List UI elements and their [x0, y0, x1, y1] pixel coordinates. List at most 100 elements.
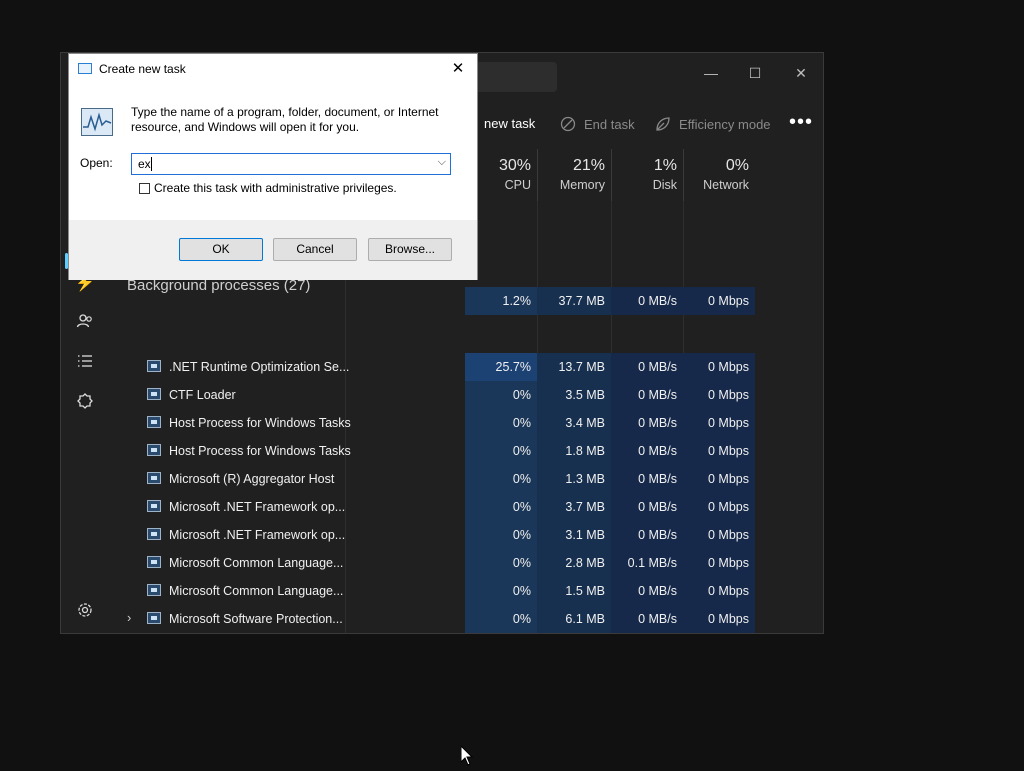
end-task-button[interactable]: End task [560, 116, 635, 132]
column-network[interactable]: 0% Network [683, 149, 755, 201]
run-new-task-button[interactable]: new task [484, 116, 535, 131]
disk-cell: 0 MB/s [611, 493, 683, 521]
details-icon[interactable] [75, 352, 95, 372]
cpu-cell: 0% [465, 465, 537, 493]
disk-cell: 0 MB/s [611, 577, 683, 605]
chevron-down-icon[interactable]: ⌵ [438, 156, 446, 169]
minimize-button[interactable]: — [691, 59, 731, 87]
efficiency-mode-label: Efficiency mode [679, 116, 771, 132]
end-task-icon [560, 116, 576, 132]
memory-cell: 3.5 MB [537, 381, 611, 409]
memory-cell: 6.1 MB [537, 605, 611, 633]
browse-button[interactable]: Browse... [368, 238, 452, 261]
process-icon [147, 500, 161, 512]
admin-privileges-checkbox[interactable]: Create this task with administrative pri… [139, 181, 397, 195]
network-cell: 0 Mbps [683, 549, 755, 577]
table-row[interactable]: Microsoft .NET Framework op... 0% 3.7 MB 0 … [109, 493, 755, 521]
disk-total: 1% [653, 157, 677, 174]
end-task-label: End task [584, 116, 635, 132]
disk-cell: 0 MB/s [611, 521, 683, 549]
process-name: CTF Loader [169, 388, 236, 402]
network-cell: 0 Mbps [683, 521, 755, 549]
process-name: Microsoft Common Language... [169, 556, 344, 570]
network-total: 0% [725, 157, 749, 174]
cpu-cell: 0% [465, 605, 537, 633]
process-icon [147, 584, 161, 596]
settings-icon[interactable] [75, 601, 95, 621]
network-cell: 0 Mbps [683, 287, 755, 315]
process-icon [147, 528, 161, 540]
table-row[interactable]: Microsoft .NET Framework op... 0% 3.1 MB 0 … [109, 521, 755, 549]
network-cell: 0 Mbps [683, 437, 755, 465]
process-icon [147, 388, 161, 400]
column-memory[interactable]: 21% Memory [537, 149, 611, 201]
network-cell: 0 Mbps [683, 409, 755, 437]
ok-button[interactable]: OK [179, 238, 263, 261]
memory-cell: 3.4 MB [537, 409, 611, 437]
admin-checkbox-label[interactable]: Create this task with administrative pri… [154, 181, 397, 195]
process-icon [147, 416, 161, 428]
network-header-label: Network [703, 178, 749, 192]
memory-cell: 13.7 MB [537, 353, 611, 381]
services-icon[interactable] [75, 392, 95, 412]
disk-cell: 0 MB/s [611, 465, 683, 493]
maximize-button[interactable]: ☐ [735, 59, 775, 87]
leaf-icon [656, 117, 670, 131]
memory-cell: 3.1 MB [537, 521, 611, 549]
column-disk[interactable]: 1% Disk [611, 149, 683, 201]
open-label: Open: [80, 156, 113, 170]
cancel-button[interactable]: Cancel [273, 238, 357, 261]
process-name: .NET Runtime Optimization Se... [169, 360, 350, 374]
table-row[interactable]: Host Process for Windows Tasks 0% 1.8 MB 0 … [109, 437, 755, 465]
disk-cell: 0 MB/s [611, 381, 683, 409]
dialog-close-button[interactable]: ✕ [447, 58, 469, 80]
process-name: Microsoft .NET Framework op... [169, 528, 346, 542]
run-new-task-label: new task [484, 116, 536, 131]
process-icon [147, 360, 161, 372]
process-icon [147, 556, 161, 568]
table-row[interactable]: CTF Loader 0% 3.5 MB 0 MB/s 0 Mbps [109, 381, 755, 409]
cpu-cell: 0% [465, 577, 537, 605]
table-row[interactable]: › Microsoft Software Protection... 0% 6.1 M… [109, 605, 755, 633]
disk-cell: 0 MB/s [611, 605, 683, 633]
open-combobox[interactable]: ex ⌵ [131, 153, 451, 175]
cpu-cell: 0% [465, 409, 537, 437]
process-name: Microsoft Common Language... [169, 584, 344, 598]
network-cell: 0 Mbps [683, 353, 755, 381]
table-row[interactable]: ›Microsoft Windows Search In...0%3.9 MB0… [109, 633, 755, 634]
table-row[interactable]: Microsoft (R) Aggregator Host 0% 1.3 MB 0 M… [109, 465, 755, 493]
memory-cell: 37.7 MB [537, 287, 611, 315]
cpu-cell: 0% [465, 521, 537, 549]
create-new-task-dialog: Create new task ✕ Type the name of a pro… [68, 53, 478, 280]
dialog-footer: OK Cancel Browse... [69, 220, 477, 280]
dialog-body: Type the name of a program, folder, docu… [69, 84, 477, 220]
disk-cell: 0.1 MB/s [611, 633, 683, 634]
disk-cell: 0.1 MB/s [611, 549, 683, 577]
open-input-value[interactable]: ex [138, 157, 151, 171]
network-cell: 0 Mbps [683, 605, 755, 633]
more-options-button[interactable]: ••• [789, 111, 813, 134]
table-row[interactable]: Host Process for Windows Tasks 0% 3.4 MB 0 … [109, 409, 755, 437]
process-name: Microsoft .NET Framework op... [169, 500, 346, 514]
memory-header-label: Memory [559, 178, 605, 192]
disk-cell: 0 MB/s [611, 287, 683, 315]
table-row[interactable]: Microsoft Common Language... 0% 2.8 MB 0.1 … [109, 549, 755, 577]
process-icon [147, 444, 161, 456]
process-name: Host Process for Windows Tasks [169, 416, 351, 430]
users-icon[interactable] [75, 312, 95, 332]
cpu-cell: 0% [465, 633, 537, 634]
table-row[interactable]: .NET Runtime Optimization Se... 25.7% 13.7… [109, 353, 755, 381]
checkbox-box[interactable] [139, 182, 150, 194]
chevron-right-icon[interactable]: › [127, 610, 131, 625]
disk-cell: 0 MB/s [611, 409, 683, 437]
dialog-title: Create new task [99, 62, 186, 76]
memory-cell: 3.7 MB [537, 493, 611, 521]
table-row[interactable]: Microsoft Common Language... 0% 1.5 MB 0 MB… [109, 577, 755, 605]
cpu-cell: 0% [465, 549, 537, 577]
disk-header-label: Disk [652, 178, 677, 192]
cpu-cell: 0% [465, 437, 537, 465]
cpu-cell: 1.2% [465, 287, 537, 315]
network-cell: 0 Mbps [683, 493, 755, 521]
close-button[interactable]: ✕ [781, 59, 821, 87]
efficiency-mode-button[interactable]: Efficiency mode [655, 116, 771, 132]
